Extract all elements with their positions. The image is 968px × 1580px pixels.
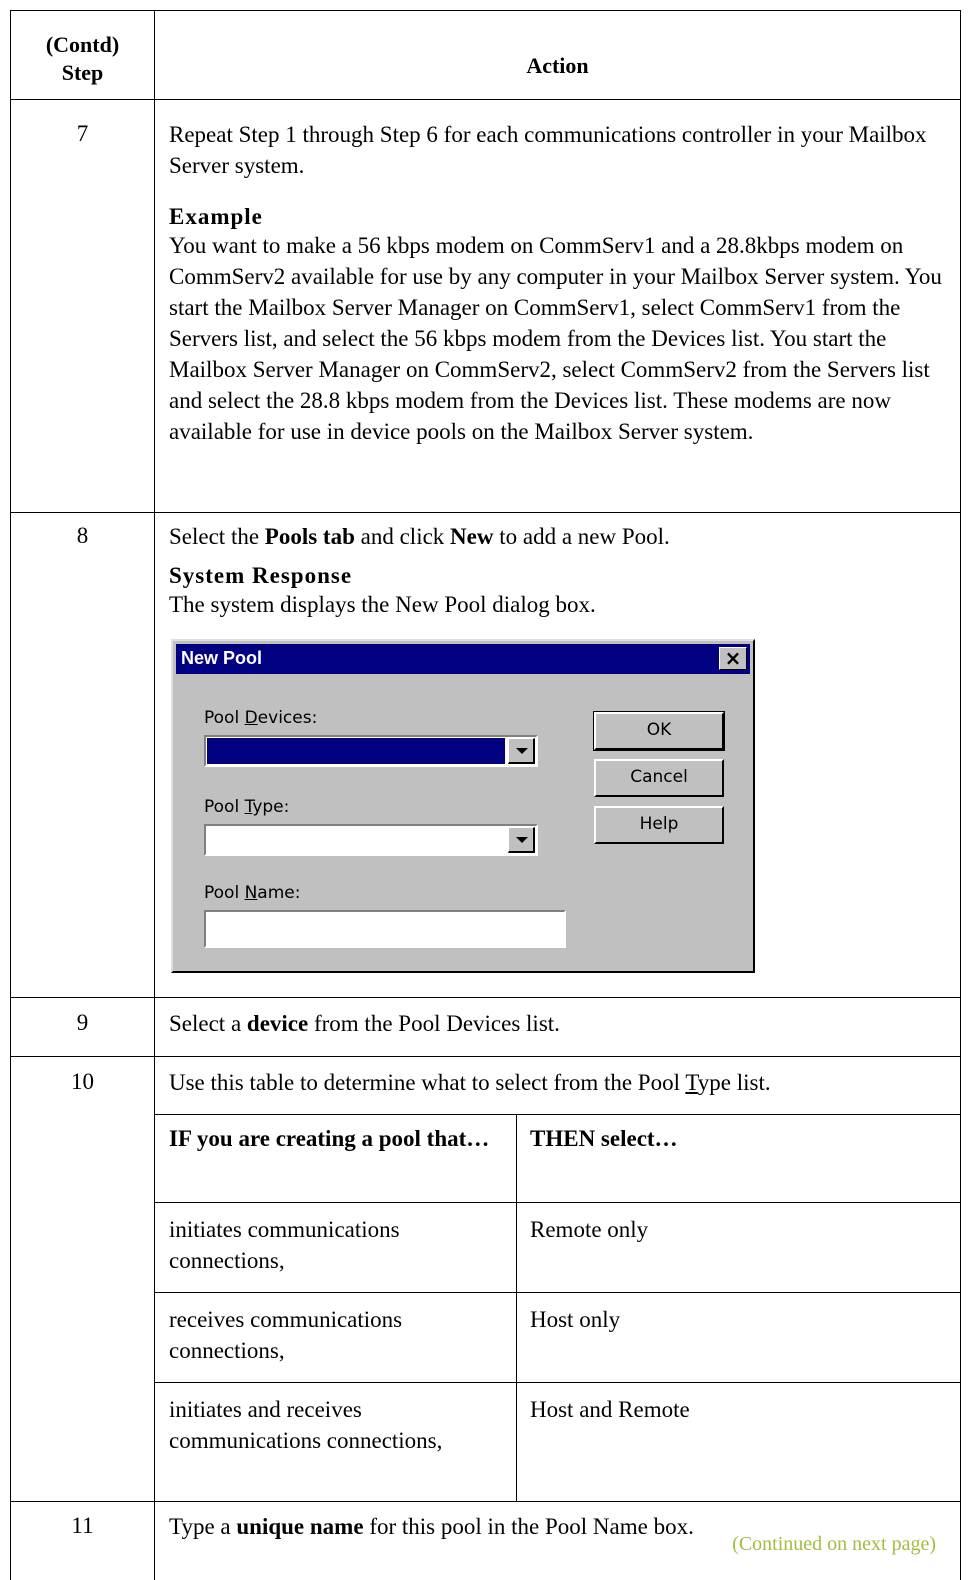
label-run: evices: — [257, 708, 318, 728]
system-response-text: The system displays the New Pool dialog … — [169, 592, 596, 617]
text-accelerator: T — [685, 1070, 698, 1095]
close-icon[interactable]: × — [719, 647, 747, 670]
text-run: and click — [354, 524, 451, 549]
cancel-button[interactable]: Cancel — [594, 759, 724, 797]
label-run: Pool — [204, 708, 245, 728]
table-row-condition: receives communications connections, — [169, 1307, 403, 1363]
pools-tab-emphasis: Pools tab — [264, 524, 355, 549]
table-row-selection: Remote only — [530, 1217, 649, 1242]
step-header-line2: Step — [61, 60, 104, 85]
table-row-condition: initiates and receives communications co… — [169, 1397, 443, 1453]
row-divider — [11, 1501, 960, 1502]
inner-row-divider — [155, 1382, 960, 1383]
text-run: to add a new Pool. — [493, 524, 670, 549]
system-response-heading: System Response — [169, 563, 353, 588]
label-accelerator: N — [244, 883, 258, 903]
continued-note: (Continued on next page) — [732, 1533, 936, 1555]
action-column-header: Action — [526, 53, 589, 78]
row-divider — [11, 997, 960, 998]
procedure-table: (Contd) Step Action 7 Repeat Step 1 thro… — [10, 10, 961, 1580]
chevron-down-icon[interactable] — [508, 738, 535, 764]
inner-column-divider — [516, 1114, 517, 1501]
pool-name-input[interactable] — [204, 910, 566, 948]
label-run: Pool — [204, 797, 245, 817]
label-accelerator: D — [244, 708, 258, 728]
label-run: Pool — [204, 883, 245, 903]
inner-row-divider — [155, 1292, 960, 1293]
step-header-line1: (Contd) — [45, 32, 120, 57]
dialog-title: New Pool — [181, 648, 263, 668]
example-heading: Example — [169, 204, 263, 229]
step-8-text: Select the Pools tab and click New to ad… — [169, 521, 946, 552]
ok-button[interactable]: OK — [593, 711, 725, 751]
step-column-header: (Contd) Step — [11, 31, 154, 87]
step-number-8: 8 — [76, 523, 89, 548]
pool-type-select[interactable] — [204, 824, 538, 856]
table-row-selection: Host and Remote — [530, 1397, 690, 1422]
help-button[interactable]: Help — [594, 806, 724, 844]
step-7-text: Repeat Step 1 through Step 6 for each co… — [169, 122, 927, 178]
row-divider — [11, 512, 960, 513]
unique-name-emphasis: unique name — [236, 1514, 364, 1539]
row-divider — [11, 1056, 960, 1057]
text-run: for this pool in the Pool Name box. — [363, 1514, 694, 1539]
table-row-condition: initiates communications connections, — [169, 1217, 400, 1273]
dialog-titlebar: New Pool × — [176, 644, 750, 674]
step-9-text: Select a device from the Pool Devices li… — [169, 1008, 946, 1039]
pool-devices-label: Pool Devices: — [204, 708, 317, 728]
step-10-text: Use this table to determine what to sele… — [169, 1067, 946, 1098]
new-emphasis: New — [450, 524, 494, 549]
inner-row-divider — [155, 1202, 960, 1203]
table-row-selection: Host only — [530, 1307, 621, 1332]
text-run: Type a — [169, 1514, 237, 1539]
selection-highlight — [206, 737, 506, 765]
row-divider — [11, 99, 960, 100]
column-divider — [154, 11, 155, 1580]
step-number-7: 7 — [76, 121, 89, 146]
chevron-down-icon[interactable] — [508, 827, 535, 853]
example-text: You want to make a 56 kbps modem on Comm… — [169, 233, 942, 444]
text-run: Use this table to determine what to sele… — [169, 1070, 686, 1095]
if-column-header: IF you are creating a pool that… — [169, 1126, 490, 1151]
device-emphasis: device — [246, 1011, 309, 1036]
inner-table-top — [155, 1114, 960, 1115]
step-number-11: 11 — [71, 1513, 94, 1538]
text-run: Select the — [169, 524, 265, 549]
pool-type-label: Pool Type: — [204, 797, 289, 817]
text-run: Select a — [169, 1011, 247, 1036]
pool-name-label: Pool Name: — [204, 883, 300, 903]
label-run: ame: — [257, 883, 301, 903]
text-run: from the Pool Devices list. — [308, 1011, 560, 1036]
step-number-9: 9 — [76, 1010, 89, 1035]
step-number-10: 10 — [71, 1069, 94, 1094]
then-column-header: THEN select… — [530, 1126, 678, 1151]
text-run: ype list. — [697, 1070, 771, 1095]
new-pool-dialog: New Pool × Pool Devices: Pool Type: Pool… — [171, 639, 755, 973]
pool-devices-select[interactable] — [204, 735, 538, 767]
label-run: ype: — [252, 797, 290, 817]
